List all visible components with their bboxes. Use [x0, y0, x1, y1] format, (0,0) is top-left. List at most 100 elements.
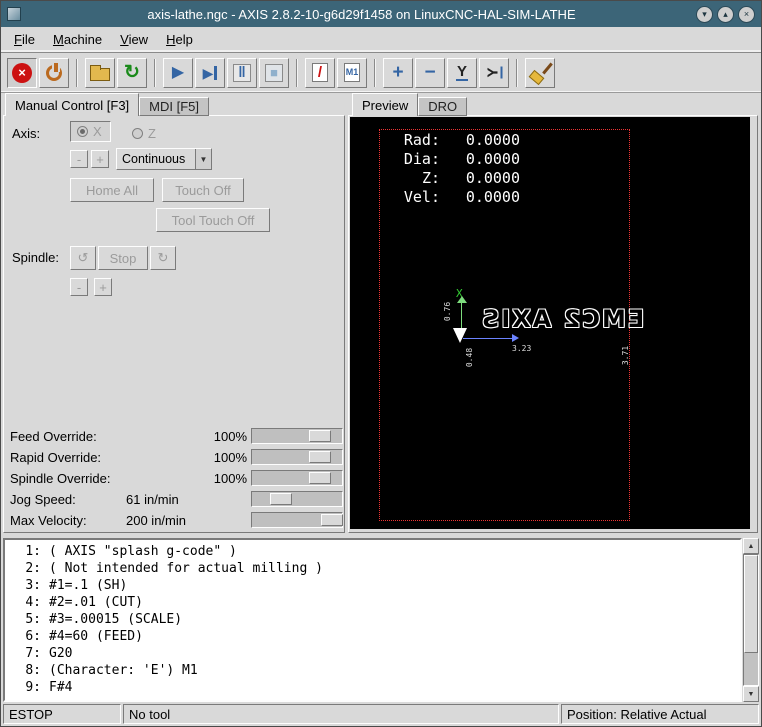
- run-button[interactable]: ▶: [163, 58, 193, 88]
- scrollbar-track[interactable]: [743, 554, 759, 686]
- clear-plot-button[interactable]: [525, 58, 555, 88]
- spindle-reverse-button[interactable]: ↺: [70, 246, 96, 270]
- rapid-override-label: Rapid Override:: [10, 450, 120, 465]
- reload-button[interactable]: ↻: [117, 58, 147, 88]
- axis-x-radio[interactable]: X: [70, 121, 111, 142]
- jog-plus-button[interactable]: +: [91, 150, 109, 168]
- main-area: Manual Control [F3] MDI [F5] Axis: X Z -…: [1, 93, 761, 536]
- spindle-stop-button[interactable]: Stop: [98, 246, 148, 270]
- gcode-line[interactable]: 9:F#4: [7, 679, 740, 696]
- menu-machine[interactable]: Machine: [44, 29, 111, 50]
- scroll-down-icon[interactable]: ▼: [743, 686, 759, 702]
- feed-override-slider[interactable]: [251, 428, 343, 444]
- window-title: axis-lathe.ngc - AXIS 2.8.2-10-g6d29f145…: [27, 7, 696, 22]
- spindle-minus-button[interactable]: -: [70, 278, 88, 296]
- jog-speed-value: 61 in/min: [120, 492, 247, 507]
- slider-handle[interactable]: [321, 514, 343, 526]
- gcode-line[interactable]: 2:( Not intended for actual milling ): [7, 560, 740, 577]
- gcode-line[interactable]: 3:#1=.1 (SH): [7, 577, 740, 594]
- menu-file[interactable]: File: [5, 29, 44, 50]
- gcode-line[interactable]: 8:(Character: 'E') M1: [7, 662, 740, 679]
- axis-z-radio[interactable]: Z: [132, 126, 156, 141]
- rapid-override-slider[interactable]: [251, 449, 343, 465]
- spindle-override-slider[interactable]: [251, 470, 343, 486]
- jog-mode-select[interactable]: Continuous ▼: [116, 148, 212, 170]
- manual-control-panel: Manual Control [F3] MDI [F5] Axis: X Z -…: [1, 93, 348, 536]
- gcode-line[interactable]: 5:#3=.00015 (SCALE): [7, 611, 740, 628]
- statusbar: ESTOP No tool Position: Relative Actual: [1, 702, 761, 726]
- feed-override-row: Feed Override: 100%: [4, 426, 344, 446]
- tab-preview[interactable]: Preview: [352, 93, 418, 116]
- run-icon: ▶: [172, 65, 184, 81]
- zoom-in-button[interactable]: +: [383, 58, 413, 88]
- open-file-button[interactable]: [85, 58, 115, 88]
- rapid-override-value: 100%: [120, 450, 247, 465]
- feed-override-label: Feed Override:: [10, 429, 120, 444]
- preview-panel: Preview DRO Rad:0.0000 Dia:0.0000 Z:0.00…: [348, 93, 761, 536]
- slider-handle[interactable]: [309, 451, 331, 463]
- menu-help[interactable]: Help: [157, 29, 202, 50]
- gcode-scrollbar[interactable]: ▲ ▼: [743, 538, 759, 702]
- view-y-rotated-button[interactable]: Y: [479, 58, 509, 88]
- optional-pause-icon: M1: [344, 63, 360, 82]
- zoom-out-button[interactable]: −: [415, 58, 445, 88]
- jog-speed-slider[interactable]: [251, 491, 343, 507]
- spindle-override-label: Spindle Override:: [10, 471, 120, 486]
- spindle-forward-button[interactable]: ↻: [150, 246, 176, 270]
- skip-lines-button[interactable]: /: [305, 58, 335, 88]
- jog-minus-button[interactable]: -: [70, 150, 88, 168]
- step-button[interactable]: ▶: [195, 58, 225, 88]
- spindle-plus-button[interactable]: +: [94, 278, 112, 296]
- zoom-out-icon: −: [424, 63, 435, 82]
- home-all-button[interactable]: Home All: [70, 178, 154, 202]
- optional-pause-button[interactable]: M1: [337, 58, 367, 88]
- spindle-forward-icon: ↻: [158, 250, 169, 266]
- jog-mode-value: Continuous: [117, 152, 195, 166]
- slider-handle[interactable]: [309, 472, 331, 484]
- slider-handle[interactable]: [309, 430, 331, 442]
- status-position: Position: Relative Actual: [561, 704, 759, 724]
- pause-button[interactable]: ‖: [227, 58, 257, 88]
- close-button[interactable]: ×: [738, 6, 755, 23]
- reload-icon: ↻: [124, 63, 140, 82]
- radio-dot-icon: [77, 126, 88, 137]
- stop-icon: ■: [265, 64, 283, 82]
- gcode-line[interactable]: 7:G20: [7, 645, 740, 662]
- minimize-button[interactable]: ▾: [696, 6, 713, 23]
- tab-manual-control[interactable]: Manual Control [F3]: [5, 93, 139, 116]
- open-folder-icon: [90, 68, 110, 81]
- z-axis-arrow-icon: [512, 334, 519, 342]
- left-tabs: Manual Control [F3] MDI [F5]: [5, 93, 209, 116]
- estop-button[interactable]: ×: [7, 58, 37, 88]
- titlebar: axis-lathe.ngc - AXIS 2.8.2-10-g6d29f145…: [1, 1, 761, 27]
- tab-dro[interactable]: DRO: [418, 97, 467, 116]
- gcode-line[interactable]: 1:( AXIS "splash g-code" ): [7, 543, 740, 560]
- dimension-label: 0.76: [443, 302, 452, 321]
- machine-power-button[interactable]: [39, 58, 69, 88]
- preview-canvas[interactable]: Rad:0.0000 Dia:0.0000 Z:0.0000 Vel:0.000…: [350, 117, 750, 529]
- gcode-listing[interactable]: 1:( AXIS "splash g-code" ) 2:( Not inten…: [3, 538, 742, 702]
- toolbar: × ↻ ▶ ▶ ‖ ■ /: [1, 53, 761, 93]
- toolbar-separator: [154, 59, 156, 87]
- tab-mdi[interactable]: MDI [F5]: [139, 97, 209, 116]
- rapid-override-row: Rapid Override: 100%: [4, 447, 344, 467]
- maximize-button[interactable]: ▴: [717, 6, 734, 23]
- slider-handle[interactable]: [270, 493, 292, 505]
- gcode-line[interactable]: 4:#2=.01 (CUT): [7, 594, 740, 611]
- machine-power-icon: [46, 65, 62, 81]
- preview-frame: Rad:0.0000 Dia:0.0000 Z:0.0000 Vel:0.000…: [348, 115, 758, 533]
- touch-off-button[interactable]: Touch Off: [162, 178, 244, 202]
- menu-view[interactable]: View: [111, 29, 157, 50]
- status-estop: ESTOP: [3, 704, 121, 724]
- app-window: axis-lathe.ngc - AXIS 2.8.2-10-g6d29f145…: [0, 0, 762, 727]
- tool-touch-off-button[interactable]: Tool Touch Off: [156, 208, 270, 232]
- max-velocity-slider[interactable]: [251, 512, 343, 528]
- stop-button[interactable]: ■: [259, 58, 289, 88]
- splash-gcode-text: EMC2 AXIS: [480, 305, 644, 333]
- scroll-up-icon[interactable]: ▲: [743, 538, 759, 554]
- gcode-line[interactable]: 6:#4=60 (FEED): [7, 628, 740, 645]
- view-y-button[interactable]: Y: [447, 58, 477, 88]
- letter-y-icon: Y: [456, 64, 468, 81]
- scrollbar-thumb[interactable]: [744, 555, 758, 653]
- axis-label: Axis:: [12, 126, 40, 141]
